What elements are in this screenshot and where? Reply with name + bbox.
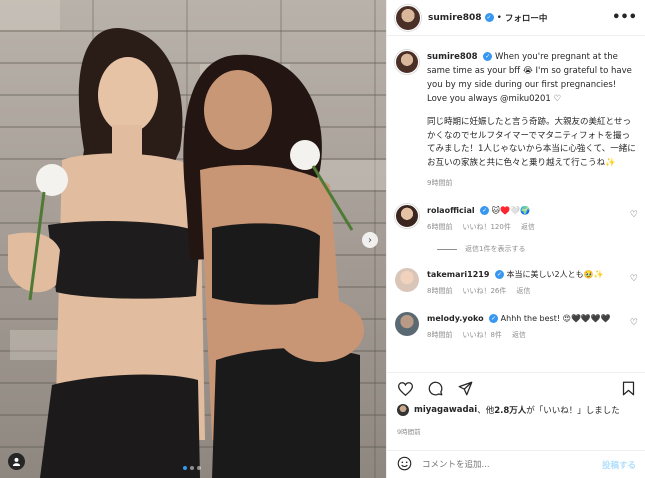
comment-meta: 8時間前 いいね！8件 返信: [427, 329, 627, 342]
comment-time: 8時間前: [427, 331, 453, 339]
comment-text: Ahhh the best! 😍🖤🖤🖤🖤: [500, 314, 611, 323]
avatar: [397, 404, 409, 416]
likes-suffix: が「いいね！」しました: [526, 406, 620, 416]
comment-item: melody.yoko ✓ Ahhh the best! 😍🖤🖤🖤🖤 8時間前 …: [395, 312, 638, 342]
header-username[interactable]: sumire808: [428, 13, 482, 23]
post-time: 9時間前: [397, 428, 421, 436]
caption-time: 9時間前: [427, 179, 453, 187]
verified-badge-icon: ✓: [480, 206, 490, 215]
carousel-dot: [190, 466, 194, 470]
comment-body: takemari1219 ✓ 本当に美しい2人とも🥹✨ 8時間前 いいね！26件…: [427, 268, 627, 298]
comment-item: takemari1219 ✓ 本当に美しい2人とも🥹✨ 8時間前 いいね！26件…: [395, 268, 638, 298]
following-button[interactable]: フォロー中: [505, 12, 548, 24]
caption-text-jp: 同じ時期に妊娠したと言う奇跡。大親友の美紅とせっかくなのでセルフタイマーでマタニ…: [427, 117, 636, 168]
comment-text: 🐱♥️🤍🌍: [491, 206, 530, 215]
caption-body: sumire808 ✓ When you're pregnant at the …: [427, 50, 638, 190]
likes-count[interactable]: 2.8万人: [494, 404, 526, 416]
comment-username[interactable]: takemari1219: [427, 270, 489, 279]
post-header: sumire808 ✓ • フォロー中 •••: [387, 0, 645, 36]
likes-middle: 、他: [477, 406, 495, 416]
verified-badge-icon: ✓: [495, 270, 504, 279]
verified-badge-icon: ✓: [484, 13, 494, 22]
post-comment-button[interactable]: 投稿する: [602, 459, 636, 471]
header-separator: •: [496, 12, 502, 23]
post-photo[interactable]: ›: [0, 0, 386, 478]
comment-likes[interactable]: いいね！8件: [462, 329, 501, 342]
caption: sumire808 ✓ When you're pregnant at the …: [395, 50, 638, 190]
avatar[interactable]: [395, 50, 419, 74]
likes-user[interactable]: miyagawadai: [414, 405, 477, 415]
add-comment-bar: 投稿する: [387, 450, 645, 478]
comments-list[interactable]: sumire808 ✓ When you're pregnant at the …: [387, 44, 645, 366]
heart-icon[interactable]: [397, 381, 413, 397]
like-comment-heart-icon[interactable]: ♡: [630, 274, 638, 284]
avatar[interactable]: [395, 312, 419, 336]
paper-plane-icon: [458, 381, 472, 396]
caption-en: sumire808 ✓ When you're pregnant at the …: [427, 50, 638, 106]
reply-button[interactable]: 返信: [512, 329, 526, 342]
two-women-illustration: [8, 28, 364, 478]
action-bar: [387, 372, 645, 404]
avatar[interactable]: [395, 204, 419, 228]
carousel-dots: [183, 466, 201, 470]
view-replies-label[interactable]: 返信1件を表示する: [465, 244, 525, 254]
avatar[interactable]: [395, 268, 419, 292]
tagged-users-button[interactable]: [8, 453, 25, 470]
next-image-button[interactable]: ›: [362, 232, 378, 248]
bookmark-icon-svg: [622, 381, 634, 396]
user-icon: [12, 457, 21, 466]
caption-username[interactable]: sumire808: [427, 52, 478, 62]
more-options-icon[interactable]: •••: [612, 10, 637, 25]
comment-icon[interactable]: [427, 381, 443, 397]
verified-badge-icon: ✓: [489, 314, 499, 323]
comment-likes[interactable]: いいね！26件: [462, 285, 506, 298]
replies-line: [437, 248, 457, 250]
like-comment-heart-icon[interactable]: ♡: [630, 318, 638, 328]
comment-likes[interactable]: いいね！120件: [462, 221, 510, 234]
comment-username[interactable]: melody.yoko: [427, 314, 484, 323]
comment-meta: 6時間前 いいね！120件 返信: [427, 221, 627, 234]
smiley-icon: [397, 456, 412, 470]
reply-button[interactable]: 返信: [521, 221, 535, 234]
comment-body: rolaofficial ✓ 🐱♥️🤍🌍 6時間前 いいね！120件 返信: [427, 204, 627, 234]
comment-item: rolaofficial ✓ 🐱♥️🤍🌍 6時間前 いいね！120件 返信 ♡: [395, 204, 638, 234]
comment-time: 8時間前: [427, 287, 453, 295]
view-replies-button[interactable]: 返信1件を表示する: [437, 244, 638, 254]
comment-body: melody.yoko ✓ Ahhh the best! 😍🖤🖤🖤🖤 8時間前 …: [427, 312, 627, 342]
verified-badge-icon: ✓: [483, 52, 493, 61]
post-side-panel: sumire808 ✓ • フォロー中 ••• sumire808 ✓ When…: [386, 0, 645, 478]
avatar[interactable]: [395, 4, 421, 31]
carousel-dot: [197, 466, 201, 470]
comment-time: 6時間前: [427, 223, 453, 231]
share-icon[interactable]: [457, 381, 473, 397]
comment-username[interactable]: rolaofficial: [427, 206, 475, 215]
likes-summary[interactable]: miyagawadai 、他 2.8万人 が「いいね！」しました: [397, 404, 620, 416]
heart-icon-svg: [397, 381, 413, 396]
reply-button[interactable]: 返信: [516, 285, 530, 298]
comment-icon-svg: [428, 381, 442, 396]
carousel-dot-active: [183, 466, 187, 470]
comment-text: 本当に美しい2人とも🥹✨: [506, 270, 604, 279]
comment-input[interactable]: [422, 459, 582, 470]
like-comment-heart-icon[interactable]: ♡: [630, 210, 638, 220]
emoji-icon[interactable]: [397, 456, 412, 474]
comment-meta: 8時間前 いいね！26件 返信: [427, 285, 627, 298]
bookmark-icon[interactable]: [620, 381, 636, 397]
